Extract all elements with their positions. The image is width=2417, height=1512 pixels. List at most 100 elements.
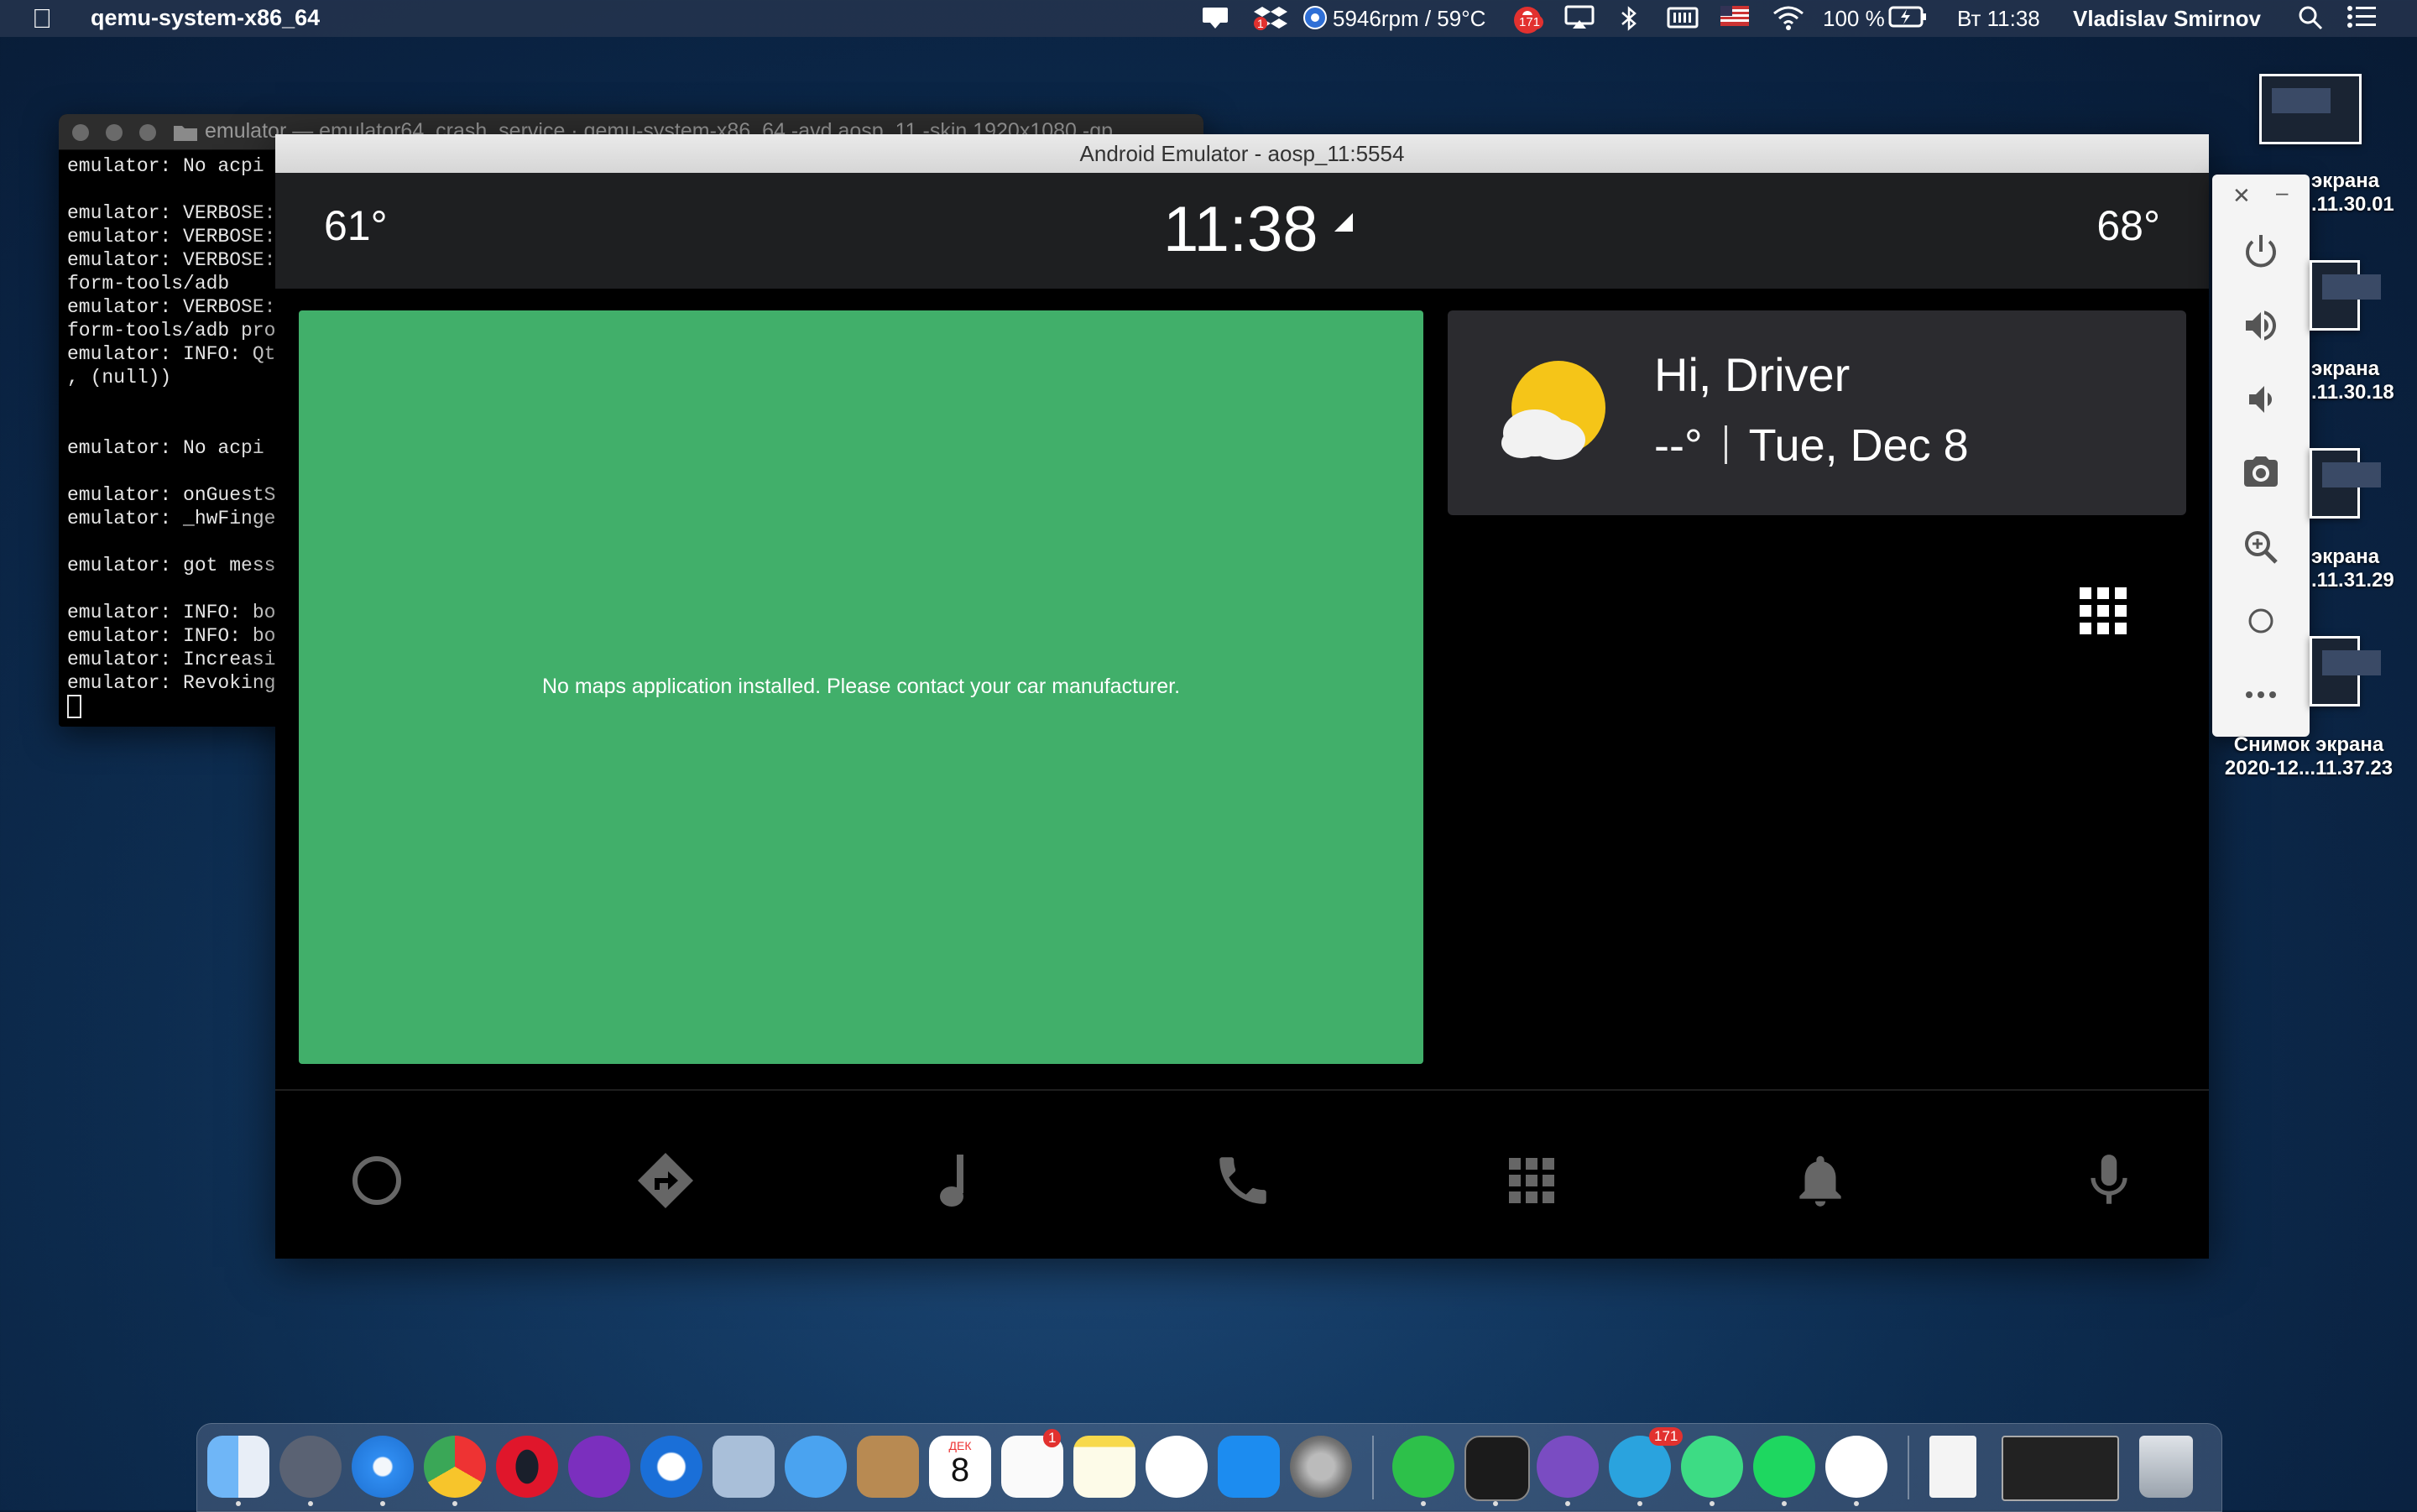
- calendar-icon[interactable]: ДЕК 8: [929, 1436, 991, 1498]
- running-indicator: [1637, 1501, 1642, 1506]
- desktop-screenshot-file[interactable]: [2310, 448, 2381, 519]
- running-indicator: [1493, 1501, 1498, 1506]
- wifi-icon[interactable]: [1772, 5, 1804, 36]
- car-status-bar: 61° 11:38 68°: [275, 173, 2209, 289]
- greeting-text: Hi, Driver: [1654, 348, 1851, 401]
- music-icon[interactable]: [1146, 1436, 1208, 1498]
- android-studio-icon[interactable]: [1681, 1436, 1743, 1498]
- running-indicator: [1421, 1501, 1426, 1506]
- password-manager-icon[interactable]: [640, 1436, 702, 1498]
- active-app-name[interactable]: qemu-system-x86_64: [91, 5, 320, 31]
- desktop-file-label[interactable]: Снимок экрана 2020-12...11.37.23: [2212, 733, 2405, 780]
- zoom-in-icon[interactable]: [2241, 527, 2281, 567]
- telegram-badge: 171: [1649, 1427, 1684, 1446]
- opera-icon[interactable]: [496, 1436, 558, 1498]
- app-launcher-grid-icon[interactable]: [2080, 587, 2127, 639]
- more-options-icon[interactable]: [2241, 675, 2281, 715]
- weather-greeting-card[interactable]: Hi, Driver --° Tue, Dec 8: [1448, 310, 2186, 515]
- volume-down-icon[interactable]: [2241, 379, 2281, 420]
- input-source-flag-icon[interactable]: [1720, 5, 1749, 32]
- launchpad-rocket-icon[interactable]: [279, 1436, 342, 1498]
- desktop-screenshot-file[interactable]: [2259, 74, 2362, 144]
- battery-percent[interactable]: 100 %: [1823, 6, 1885, 32]
- power-icon[interactable]: [2241, 232, 2281, 272]
- battery-charging-icon[interactable]: [1888, 5, 1927, 34]
- bluetooth-icon[interactable]: [1620, 5, 1638, 38]
- notifications-bell-icon[interactable]: [1789, 1150, 1851, 1212]
- signal-strength-icon: [1334, 213, 1353, 232]
- notification-count-badge: 171: [1516, 15, 1544, 29]
- desktop-file-label[interactable]: экрана .11.30.01: [2311, 169, 2404, 216]
- trash-icon[interactable]: [2139, 1436, 2193, 1498]
- minimize-emulator-button[interactable]: –: [2276, 180, 2288, 206]
- spotlight-search-icon[interactable]: [2298, 5, 2323, 36]
- running-indicator: [380, 1501, 385, 1506]
- music-note-icon[interactable]: [923, 1150, 985, 1212]
- running-indicator: [452, 1501, 457, 1506]
- messages-icon[interactable]: [785, 1436, 847, 1498]
- close-window-button[interactable]: [72, 124, 89, 141]
- volume-up-icon[interactable]: [2241, 305, 2281, 346]
- finder-icon[interactable]: [207, 1436, 269, 1498]
- terminal-cursor: [67, 695, 81, 718]
- running-indicator: [1854, 1501, 1859, 1506]
- current-date: Tue, Dec 8: [1748, 420, 1969, 471]
- notes-icon[interactable]: [1073, 1436, 1135, 1498]
- home-circle-icon[interactable]: [2241, 601, 2281, 641]
- memory-monitor-icon[interactable]: [1667, 5, 1699, 36]
- running-indicator: [308, 1501, 313, 1506]
- github-desktop-icon[interactable]: [1537, 1436, 1599, 1498]
- divider: [1724, 425, 1727, 464]
- microphone-icon[interactable]: [2078, 1150, 2140, 1212]
- desktop-screenshot-file[interactable]: [2310, 260, 2381, 331]
- home-button[interactable]: [346, 1150, 408, 1212]
- calendar-month: ДЕК: [948, 1439, 972, 1452]
- desktop-file-label[interactable]: экрана .11.30.18: [2311, 357, 2404, 404]
- safari-compass-icon[interactable]: [352, 1436, 414, 1498]
- weather-date-line: --° Tue, Dec 8: [1654, 420, 1969, 472]
- emulator-title[interactable]: Android Emulator - aosp_11:5554: [275, 134, 2209, 174]
- spotify-icon[interactable]: [1753, 1436, 1815, 1498]
- vpn-client-icon[interactable]: [1825, 1436, 1887, 1498]
- phone-icon[interactable]: [1212, 1150, 1274, 1212]
- airplay-icon[interactable]: [1564, 5, 1595, 36]
- desktop-file-label[interactable]: экрана .11.31.29: [2311, 545, 2404, 592]
- user-name[interactable]: Vladislav Smirnov: [2073, 6, 2261, 32]
- preview-photos-icon[interactable]: [713, 1436, 775, 1498]
- menu-bar:  qemu-system-x86_64 1 5946rpm / 59°C 17…: [0, 0, 2417, 37]
- current-temperature: --°: [1654, 420, 1703, 471]
- navigation-directions-icon[interactable]: [634, 1150, 697, 1212]
- folder-icon: [173, 123, 198, 147]
- passenger-temperature[interactable]: 68°: [2096, 201, 2160, 250]
- android-emulator-window[interactable]: Android Emulator - aosp_11:5554 61° 11:3…: [275, 134, 2209, 1259]
- terminal-output[interactable]: emulator: No acpi emulator: VERBOSE: emu…: [67, 154, 275, 718]
- document-file-icon[interactable]: [1929, 1436, 1976, 1498]
- app-store-icon[interactable]: [1218, 1436, 1280, 1498]
- whatsapp-icon[interactable]: [1392, 1436, 1454, 1498]
- system-preferences-gear-icon[interactable]: [1290, 1436, 1352, 1498]
- running-indicator: [236, 1501, 241, 1506]
- close-emulator-button[interactable]: ✕: [2232, 183, 2251, 209]
- terminal-icon[interactable]: [1464, 1436, 1530, 1501]
- zoom-window-button[interactable]: [139, 124, 156, 141]
- notification-off-icon[interactable]: [1200, 5, 1230, 36]
- minimize-window-button[interactable]: [106, 124, 123, 141]
- sensor-readout[interactable]: 5946rpm / 59°C: [1333, 6, 1485, 32]
- apps-grid-icon[interactable]: [1501, 1150, 1563, 1212]
- desktop-screenshot-file[interactable]: [2310, 636, 2381, 706]
- minimized-windows-icon[interactable]: [2002, 1436, 2119, 1501]
- calendar-day: 8: [950, 1452, 970, 1489]
- menubar-clock[interactable]: Вт 11:38: [1957, 6, 2040, 32]
- fan-control-icon[interactable]: [1302, 5, 1328, 36]
- emulator-controls-panel: ✕ –: [2212, 175, 2310, 737]
- chrome-icon[interactable]: [424, 1436, 486, 1498]
- driver-temperature[interactable]: 61°: [324, 201, 388, 250]
- notification-center-icon[interactable]: [2347, 5, 2377, 34]
- camera-screenshot-icon[interactable]: [2241, 453, 2281, 493]
- dropbox-badge: 1: [1254, 17, 1267, 30]
- apple-menu-icon[interactable]: : [32, 3, 52, 34]
- maps-card[interactable]: No maps application installed. Please co…: [299, 310, 1423, 1064]
- contacts-icon[interactable]: [857, 1436, 919, 1498]
- car-navigation-bar: [275, 1089, 2209, 1259]
- podcasts-icon[interactable]: [568, 1436, 630, 1498]
